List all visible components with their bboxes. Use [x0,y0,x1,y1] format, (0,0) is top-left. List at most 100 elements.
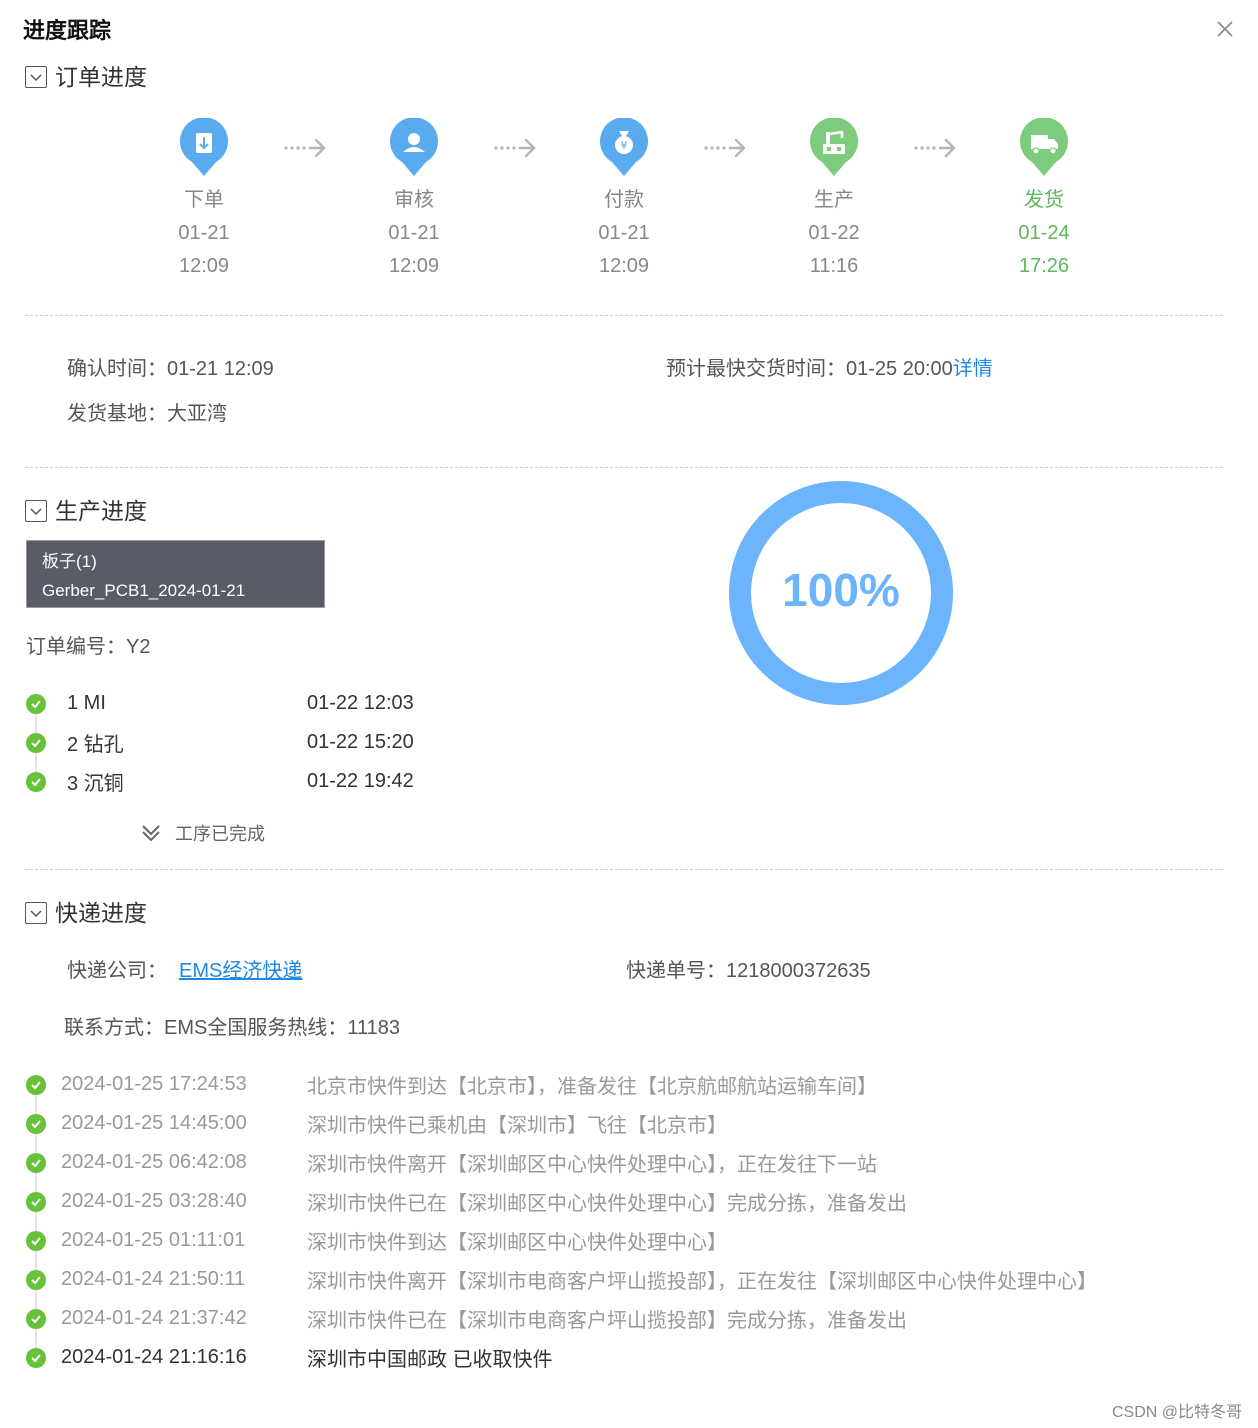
tracking-event: 2024-01-25 01:11:01 深圳市快件到达【深圳邮区中心快件处理中心… [26,1221,1226,1260]
step-arrow-icon [704,138,746,158]
express-company-link[interactable]: EMS经济快递 [179,960,302,982]
event-time: 2024-01-25 14:45:00 [61,1112,247,1134]
step-date: 01-21 [178,222,230,244]
event-time: 2024-01-24 21:16:16 [61,1346,247,1368]
production-progress-toggle[interactable] [25,500,47,522]
step-label: 付款 [604,189,644,211]
step-label: 生产 [814,189,854,211]
event-text: 深圳市快件已在【深圳市电商客户坪山揽投部】完成分拣，准备发出 [307,1310,907,1332]
process-row: 2 钻孔 01-22 15:20 [26,723,446,762]
express-contact: 联系方式：EMS全国服务热线：11183 [64,1017,400,1039]
step-date: 01-21 [598,222,650,244]
dialog-title: 进度跟踪 [23,18,112,43]
tracking-event: 2024-01-25 06:42:08 深圳市快件离开【深圳邮区中心快件处理中心… [26,1143,1226,1182]
check-circle-icon [26,1308,46,1329]
order-progress-header: 订单进度 [25,62,147,92]
step-date: 01-22 [808,222,860,244]
chevron-down-icon [30,910,42,918]
process-name: 3 沉铜 [67,773,124,795]
step-label: 发货 [1024,189,1064,211]
process-name: 2 钻孔 [67,734,124,756]
step-shipping: 发货 01-24 17:26 [979,118,1109,283]
expected-delivery: 预计最快交货时间：01-25 20:00详情 [666,356,993,382]
check-circle-icon [26,1191,46,1212]
event-text: 深圳市快件离开【深圳市电商客户坪山揽投部】，正在发往【深圳邮区中心快件处理中心】 [307,1271,1097,1293]
truck-icon [1020,118,1068,176]
divider [25,315,1223,316]
step-date: 01-24 [1018,222,1070,244]
step-review: 审核 01-21 12:09 [349,118,479,283]
process-time: 01-22 15:20 [307,731,414,753]
step-arrow-icon [284,138,326,158]
close-icon [1217,21,1233,37]
user-icon [390,118,438,176]
tracking-list: 2024-01-25 17:24:53 北京市快件到达【北京市】，准备发往【北京… [26,1065,1226,1377]
progress-percent: 100% [782,564,900,616]
express-progress-header: 快递进度 [25,898,147,928]
chevron-down-icon [30,508,42,516]
order-progress-title: 订单进度 [55,64,147,90]
event-time: 2024-01-25 17:24:53 [61,1073,247,1095]
event-text: 深圳市快件到达【深圳邮区中心快件处理中心】 [307,1232,727,1254]
process-time: 01-22 12:03 [307,692,414,714]
double-chevron-down-icon [142,825,160,842]
check-circle-icon [26,1074,46,1095]
tracking-event: 2024-01-25 17:24:53 北京市快件到达【北京市】，准备发往【北京… [26,1065,1226,1104]
close-button[interactable] [1212,16,1238,42]
divider [25,869,1223,870]
step-time: 12:09 [598,255,650,277]
divider [25,467,1223,468]
board-file: Gerber_PCB1_2024-01-21 [42,581,246,600]
board-tab[interactable]: 板子(1) Gerber_PCB1_2024-01-21 [26,540,325,608]
event-time: 2024-01-25 01:11:01 [61,1229,246,1251]
step-order: 下单 01-21 12:09 [139,118,269,283]
event-time: 2024-01-24 21:50:11 [61,1268,246,1290]
process-row: 3 沉铜 01-22 19:42 [26,762,446,801]
step-time: 12:09 [178,255,230,277]
details-link[interactable]: 详情 [953,358,993,380]
check-circle-icon [26,1113,46,1134]
ship-base: 发货基地：大亚湾 [67,403,227,425]
express-company-label: 快递公司： [67,960,167,982]
step-label: 下单 [184,189,224,211]
process-completed-toggle[interactable]: 工序已完成 [140,820,265,846]
step-arrow-icon [494,138,536,158]
tracking-event: 2024-01-25 03:28:40 深圳市快件已在【深圳邮区中心快件处理中心… [26,1182,1226,1221]
document-icon [180,118,228,176]
factory-icon [810,118,858,176]
money-bag-icon: ¥ [600,118,648,176]
event-text: 深圳市快件离开【深圳邮区中心快件处理中心】，正在发往下一站 [307,1154,877,1176]
check-circle-icon [26,732,46,753]
step-date: 01-21 [388,222,440,244]
event-text: 北京市快件到达【北京市】，准备发往【北京航邮航站运输车间】 [307,1076,877,1098]
svg-text:¥: ¥ [621,139,628,152]
completed-text: 工序已完成 [175,824,265,844]
event-text: 深圳市中国邮政 已收取快件 [307,1349,553,1371]
tracking-event: 2024-01-25 14:45:00 深圳市快件已乘机由【深圳市】飞往【北京市… [26,1104,1226,1143]
step-time: 11:16 [809,255,859,277]
express-progress-toggle[interactable] [25,902,47,924]
order-progress-toggle[interactable] [25,66,47,88]
check-circle-icon [26,1230,46,1251]
check-circle-icon [26,1269,46,1290]
step-time: 12:09 [388,255,440,277]
check-circle-icon [26,693,46,714]
check-circle-icon [26,1347,46,1368]
step-production: 生产 01-22 11:16 [769,118,899,283]
watermark: CSDN @比特冬哥 [1111,1404,1242,1421]
process-name: 1 MI [67,692,106,714]
process-row: 1 MI 01-22 12:03 [26,684,446,723]
chevron-down-icon [30,74,42,82]
order-number: 订单编号：Y2 [26,636,151,658]
confirm-time: 确认时间：01-21 12:09 [67,358,274,380]
step-label: 审核 [394,189,434,211]
board-name: 板子(1) [42,552,97,571]
step-time: 17:26 [1018,255,1070,277]
event-time: 2024-01-24 21:37:42 [61,1307,247,1329]
express-company: 快递公司： EMS经济快递 [67,958,302,984]
check-circle-icon [26,771,46,792]
event-text: 深圳市快件已在【深圳邮区中心快件处理中心】完成分拣，准备发出 [307,1193,907,1215]
expected-delivery-text: 预计最快交货时间：01-25 20:00 [666,358,953,380]
event-time: 2024-01-25 03:28:40 [61,1190,247,1212]
production-progress-title: 生产进度 [55,498,147,524]
